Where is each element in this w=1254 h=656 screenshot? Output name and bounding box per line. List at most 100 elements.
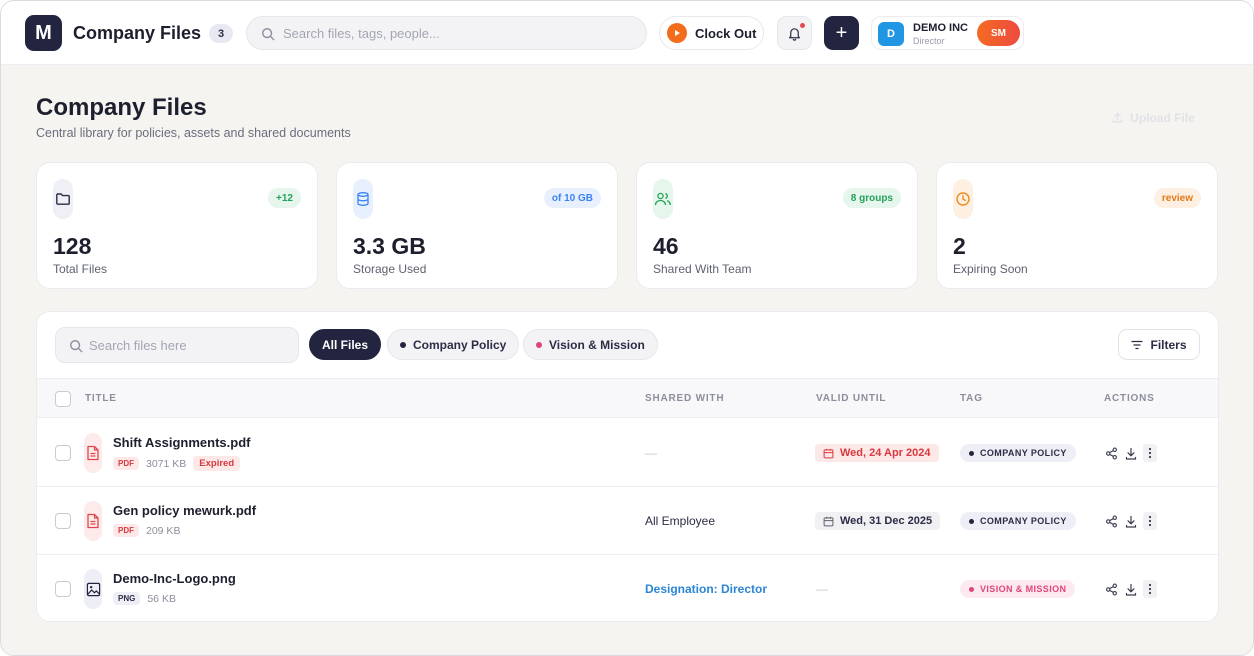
stat-value: 46: [653, 233, 679, 259]
notification-dot: [800, 23, 805, 28]
row-checkbox[interactable]: [55, 445, 71, 461]
chip-all-files[interactable]: All Files: [309, 329, 382, 360]
table-row[interactable]: Demo-Inc-Logo.png PNG 56 KB Designation:…: [37, 555, 1218, 621]
search-icon: [70, 340, 83, 353]
notifications-button[interactable]: [777, 16, 812, 50]
file-name[interactable]: Demo-Inc-Logo.png: [113, 571, 236, 586]
file-type-badge: PNG: [113, 592, 141, 605]
table-row[interactable]: Gen policy mewurk.pdf PDF 209 KB All Emp…: [37, 487, 1218, 555]
clock-out-label: Clock Out: [695, 25, 757, 41]
stat-badge: 8 groups: [842, 188, 901, 208]
dot-icon: [400, 341, 406, 348]
stat-value: 2: [953, 233, 966, 259]
file-meta: PNG 56 KB: [113, 592, 176, 605]
stat-badge: of 10 GB: [543, 188, 601, 208]
tag-badge[interactable]: COMPANY POLICY: [960, 512, 1076, 530]
chip-label: Company Policy: [413, 337, 507, 352]
files-search[interactable]: [55, 327, 299, 363]
select-all-checkbox[interactable]: [55, 391, 71, 407]
share-icon[interactable]: [1103, 512, 1119, 530]
global-search[interactable]: [246, 16, 647, 50]
company-role: Director: [913, 36, 945, 46]
tag-text: COMPANY POLICY: [980, 448, 1067, 458]
column-tag[interactable]: TAG: [960, 393, 983, 404]
table-row[interactable]: Shift Assignments.pdf PDF 3071 KB Expire…: [37, 419, 1218, 487]
date-text: Wed, 31 Dec 2025: [840, 515, 933, 527]
filters-label: Filters: [1150, 337, 1187, 352]
folder-icon: [53, 179, 73, 219]
user-avatar[interactable]: SM: [977, 20, 1020, 46]
column-actions: ACTIONS: [1104, 393, 1155, 404]
tag-badge[interactable]: COMPANY POLICY: [960, 444, 1076, 462]
upload-file-label: Upload File: [1130, 110, 1195, 125]
file-name[interactable]: Gen policy mewurk.pdf: [113, 503, 256, 518]
calendar-icon: [823, 516, 834, 526]
row-checkbox[interactable]: [55, 513, 71, 529]
file-size: 209 KB: [146, 524, 181, 537]
chip-label: All Files: [322, 337, 369, 352]
share-icon[interactable]: [1103, 580, 1119, 598]
column-shared-with[interactable]: SHARED WITH: [645, 393, 724, 404]
dot-icon: [969, 518, 974, 524]
status-badge: Expired: [193, 456, 241, 471]
dot-icon: [969, 450, 974, 456]
chip-company-policy[interactable]: Company Policy: [387, 329, 520, 360]
dot-icon: [536, 341, 542, 348]
shared-with: All Employee: [645, 514, 716, 528]
database-icon: [353, 179, 373, 219]
download-icon[interactable]: [1123, 580, 1139, 598]
stat-value: 128: [53, 233, 92, 259]
app-logo[interactable]: M: [25, 15, 62, 51]
shared-with: —: [645, 446, 657, 460]
stat-label: Expiring Soon: [953, 262, 1028, 276]
column-valid-until[interactable]: VALID UNTIL: [816, 393, 886, 404]
files-search-input[interactable]: [89, 337, 298, 353]
top-bar: M Company Files 3 Clock Out + D: [1, 1, 1253, 65]
chip-label: Vision & Mission: [549, 337, 645, 352]
file-type-badge: PDF: [113, 524, 139, 537]
row-actions: [1103, 512, 1157, 530]
more-options-icon[interactable]: [1143, 512, 1157, 530]
row-actions: [1103, 580, 1157, 598]
stat-card-storage: of 10 GB 3.3 GB Storage Used: [336, 162, 618, 289]
image-file-icon: [84, 569, 102, 609]
valid-until-date: Wed, 24 Apr 2024: [815, 444, 939, 462]
pdf-file-icon: [84, 501, 102, 541]
tag-text: VISION & MISSION: [980, 584, 1067, 594]
tag-badge[interactable]: VISION & MISSION: [960, 580, 1076, 598]
table-header: TITLE SHARED WITH VALID UNTIL TAG ACTION…: [37, 378, 1218, 418]
stat-label: Storage Used: [353, 262, 427, 276]
file-size: 3071 KB: [146, 457, 187, 470]
stat-card-total-files: +12 128 Total Files: [36, 162, 318, 289]
file-size: 56 KB: [147, 592, 176, 605]
column-title[interactable]: TITLE: [85, 393, 117, 404]
stat-badge: review: [1153, 188, 1201, 208]
more-options-icon[interactable]: [1143, 580, 1157, 598]
filter-icon: [1131, 340, 1144, 349]
tag-text: COMPANY POLICY: [980, 516, 1067, 526]
bell-icon: [789, 27, 800, 41]
app-title: Company Files: [73, 23, 202, 43]
row-checkbox[interactable]: [55, 581, 71, 597]
chip-vision-mission[interactable]: Vision & Mission: [523, 329, 658, 360]
more-options-icon[interactable]: [1143, 444, 1157, 462]
add-button[interactable]: +: [824, 16, 859, 50]
play-icon: [667, 23, 687, 43]
share-icon[interactable]: [1103, 444, 1119, 462]
profile-menu[interactable]: D DEMO INC Director SM: [871, 16, 1024, 50]
clock-out-button[interactable]: Clock Out: [659, 16, 764, 50]
file-name[interactable]: Shift Assignments.pdf: [113, 435, 250, 450]
users-icon: [653, 179, 673, 219]
download-icon[interactable]: [1123, 444, 1139, 462]
download-icon[interactable]: [1123, 512, 1139, 530]
pdf-file-icon: [84, 433, 102, 473]
filters-button[interactable]: Filters: [1118, 329, 1200, 360]
stat-value: 3.3 GB: [353, 233, 426, 259]
count-badge: 3: [209, 24, 233, 43]
file-meta: PDF 209 KB: [113, 524, 180, 537]
global-search-input[interactable]: [283, 25, 646, 41]
shared-with-link[interactable]: Designation: Director: [645, 582, 767, 596]
upload-file-button[interactable]: Upload File: [1101, 105, 1205, 130]
page-subtitle: Central library for policies, assets and…: [36, 126, 351, 140]
file-type-badge: PDF: [113, 457, 139, 470]
